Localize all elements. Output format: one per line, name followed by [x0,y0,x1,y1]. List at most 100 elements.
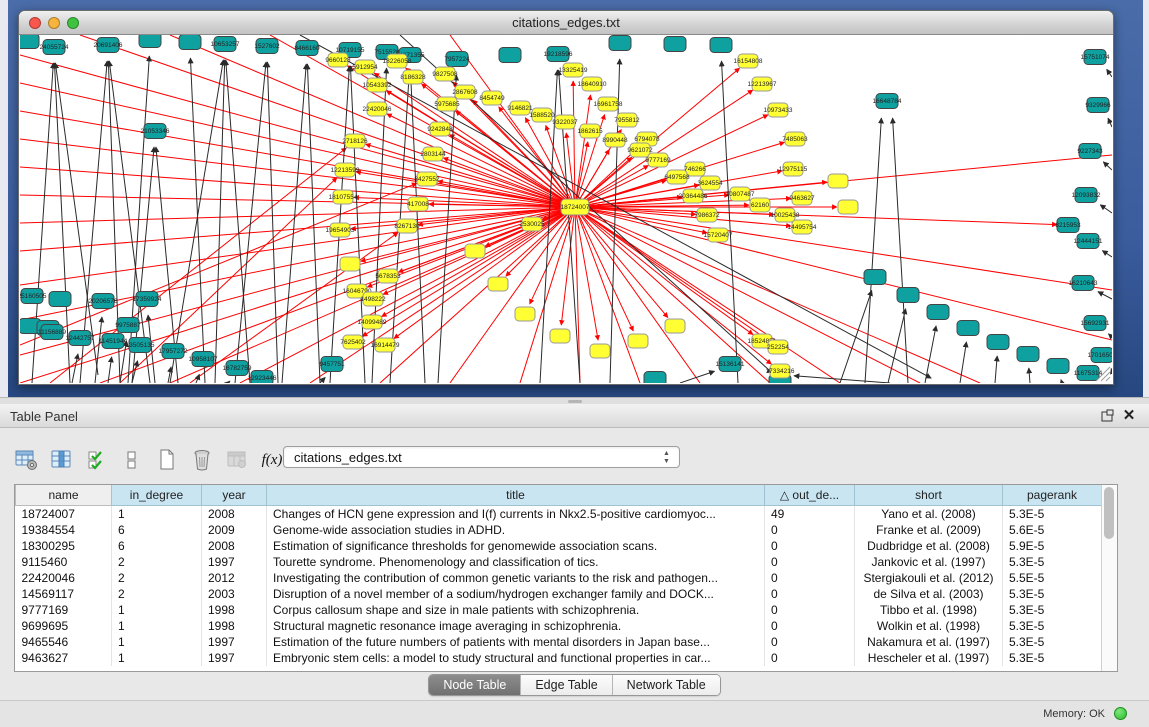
table-cell[interactable]: 1998 [202,618,267,634]
panel-splitter[interactable] [0,397,1149,404]
network-node[interactable] [987,335,1009,350]
table-cell[interactable]: 5.3E-5 [1003,602,1102,618]
table-cell[interactable]: 2008 [202,506,267,523]
table-row[interactable]: 946554611997Estimation of the future num… [16,634,1102,650]
table-cell[interactable]: 1 [112,506,202,523]
network-edge[interactable] [575,207,753,335]
table-cell[interactable]: 5.3E-5 [1003,618,1102,634]
table-cell[interactable]: 1 [112,618,202,634]
table-cell[interactable]: 5.3E-5 [1003,650,1102,666]
network-edge[interactable] [840,290,872,383]
function-builder-icon[interactable]: f(x) [259,447,285,473]
network-node[interactable] [139,35,161,48]
table-row[interactable]: 977716911998Corpus callosum shape and si… [16,602,1102,618]
table-cell[interactable]: 5.3E-5 [1003,634,1102,650]
table-row[interactable]: 1938455462009Genome-wide association stu… [16,522,1102,538]
window-titlebar[interactable]: citations_edges.txt [19,11,1113,35]
network-edge[interactable] [170,60,223,383]
network-edge[interactable] [893,118,908,383]
network-node[interactable] [465,244,485,258]
network-node[interactable] [864,270,886,285]
table-cell[interactable]: Franke et al. (2009) [855,522,1003,538]
table-cell[interactable]: Genome-wide association studies in ADHD. [267,522,765,538]
network-node[interactable] [1047,359,1069,374]
network-edge[interactable] [366,144,575,207]
network-edge[interactable] [438,75,456,383]
table-cell[interactable]: 2012 [202,570,267,586]
network-edge[interactable] [575,207,668,318]
network-edge[interactable] [1102,251,1112,257]
network-edge[interactable] [680,371,715,383]
table-cell[interactable]: 5.3E-5 [1003,506,1102,523]
table-cell[interactable]: 0 [765,522,855,538]
network-edge[interactable] [228,381,230,383]
network-edge[interactable] [1108,334,1112,337]
network-edge[interactable] [1061,380,1062,383]
network-edge[interactable] [1108,118,1112,127]
table-cell[interactable]: 14569117 [16,586,112,602]
network-edge[interactable] [450,207,575,383]
network-edge[interactable] [995,356,997,383]
column-header-0[interactable]: name [16,485,112,506]
table-cell[interactable]: Wolkin et al. (1998) [855,618,1003,634]
column-header-1[interactable]: in_degree [112,485,202,506]
network-node[interactable] [550,329,570,343]
network-node[interactable] [628,334,648,348]
scrollbar-thumb[interactable] [1104,487,1114,539]
network-node[interactable] [488,277,508,291]
table-cell[interactable]: 1998 [202,602,267,618]
network-node[interactable] [838,200,858,214]
table-cell[interactable]: 2 [112,586,202,602]
table-row[interactable]: 1456911722003Disruption of a novel membe… [16,586,1102,602]
select-all-icon[interactable] [84,447,110,473]
table-cell[interactable]: 22420046 [16,570,112,586]
close-panel-icon[interactable]: ✕ [1121,408,1137,424]
table-cell[interactable]: 9699695 [16,618,112,634]
network-edge[interactable] [1098,292,1112,299]
table-cell[interactable]: Dudbridge et al. (2008) [855,538,1003,554]
table-cell[interactable]: Embryonic stem cells: a model to study s… [267,650,765,666]
network-edge[interactable] [190,232,398,383]
table-cell[interactable]: Changes of HCN gene expression and I(f) … [267,506,765,523]
table-cell[interactable]: Jankovic et al. (1997) [855,554,1003,570]
table-cell[interactable]: 2009 [202,522,267,538]
column-selection-icon[interactable] [49,447,75,473]
network-edge[interactable] [888,309,906,383]
network-edge[interactable] [925,326,936,383]
column-header-2[interactable]: year [202,485,267,506]
network-node[interactable] [49,292,71,307]
column-header-6[interactable]: pagerank [1003,485,1102,506]
network-node[interactable] [828,174,848,188]
table-cell[interactable]: 1997 [202,634,267,650]
splitter-handle[interactable] [568,400,582,403]
table-cell[interactable]: Nakamura et al. (1997) [855,634,1003,650]
network-node[interactable] [179,35,201,50]
table-cell[interactable]: Stergiakouli et al. (2012) [855,570,1003,586]
table-cell[interactable]: 0 [765,554,855,570]
table-cell[interactable]: 1997 [202,650,267,666]
network-node[interactable] [927,305,949,320]
network-node[interactable] [590,344,610,358]
network-edge[interactable] [95,317,102,383]
table-cell[interactable]: 1997 [202,554,267,570]
table-row[interactable]: 946362711997Embryonic stem cells: a mode… [16,650,1102,666]
table-cell[interactable]: 6 [112,522,202,538]
network-edge[interactable] [394,207,575,339]
table-cell[interactable]: 9465546 [16,634,112,650]
table-cell[interactable]: 9463627 [16,650,112,666]
column-header-3[interactable]: title [267,485,765,506]
table-cell[interactable]: 2003 [202,586,267,602]
network-node[interactable] [515,307,535,321]
column-header-5[interactable]: short [855,485,1003,506]
table-cell[interactable]: Estimation of the future numbers of pati… [267,634,765,650]
network-edge[interactable] [1103,162,1112,170]
network-edge[interactable] [267,62,278,383]
network-edge[interactable] [575,207,633,331]
table-selector-dropdown[interactable]: citations_edges.txt ▲▼ [283,446,680,468]
table-cell[interactable]: 0 [765,634,855,650]
table-cell[interactable]: 2 [112,554,202,570]
clear-selection-icon[interactable] [119,447,145,473]
tab-network-table[interactable]: Network Table [612,675,720,695]
network-edge[interactable] [20,207,575,285]
network-edge[interactable] [72,354,78,383]
